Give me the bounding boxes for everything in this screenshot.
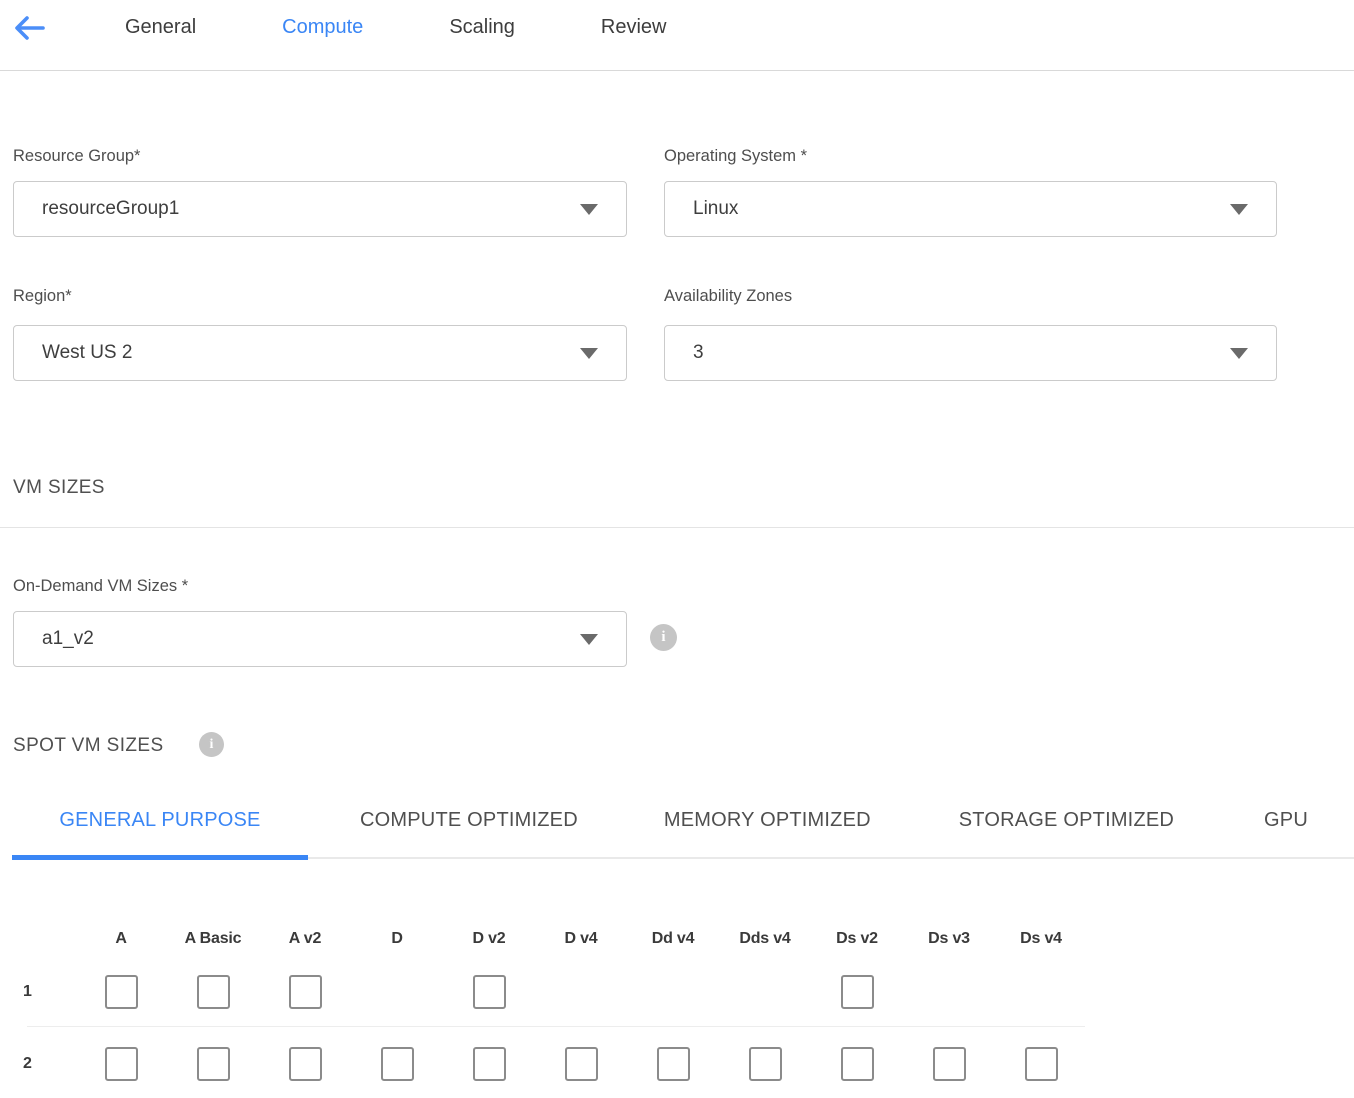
spot-tab-general-purpose[interactable]: GENERAL PURPOSE <box>12 795 308 860</box>
checkbox-dds-v4-row-2[interactable] <box>749 1047 782 1081</box>
wizard-step-tabs: General Compute Scaling Review <box>125 16 667 39</box>
resource-group-select[interactable]: resourceGroup1 <box>13 181 627 237</box>
checkbox-d-v2-row-2[interactable] <box>473 1047 506 1081</box>
checkbox-d-v2-row-1[interactable] <box>473 975 506 1009</box>
wizard-tab-compute[interactable]: Compute <box>282 16 363 39</box>
checkbox-a-basic-row-1[interactable] <box>197 975 230 1009</box>
vm-sizes-section-title: VM SIZES <box>13 477 105 499</box>
section-divider <box>0 527 1354 528</box>
checkbox-ds-v4-row-2[interactable] <box>1025 1047 1058 1081</box>
checkbox-dd-v4-row-2[interactable] <box>657 1047 690 1081</box>
column-header-d: D <box>391 930 402 948</box>
chevron-down-icon <box>1230 204 1248 215</box>
spot-vm-category-tabs: GENERAL PURPOSE COMPUTE OPTIMIZED MEMORY O… <box>12 795 1354 860</box>
on-demand-vm-sizes-label: On-Demand VM Sizes * <box>13 577 188 596</box>
row-label-1: 1 <box>23 983 32 1001</box>
checkbox-a-v2-row-2[interactable] <box>289 1047 322 1081</box>
chevron-down-icon <box>1230 348 1248 359</box>
column-header-dd-v4: Dd v4 <box>652 930 695 948</box>
checkbox-a-basic-row-2[interactable] <box>197 1047 230 1081</box>
spot-tab-memory-optimized[interactable]: MEMORY OPTIMIZED <box>664 795 871 860</box>
region-select[interactable]: West US 2 <box>13 325 627 381</box>
checkbox-ds-v2-row-1[interactable] <box>841 975 874 1009</box>
on-demand-vm-sizes-value: a1_v2 <box>42 628 94 650</box>
column-header-d-v2: D v2 <box>473 930 506 948</box>
checkbox-ds-v3-row-2[interactable] <box>933 1047 966 1081</box>
column-header-ds-v3: Ds v3 <box>928 930 970 948</box>
row-label-2: 2 <box>23 1055 32 1073</box>
spot-tab-gpu[interactable]: GPU <box>1264 795 1308 860</box>
column-header-a-v2: A v2 <box>289 930 321 948</box>
column-header-a-basic: A Basic <box>185 930 242 948</box>
spot-tab-storage-optimized[interactable]: STORAGE OPTIMIZED <box>959 795 1174 860</box>
table-row-divider <box>27 1026 1085 1027</box>
checkbox-d-v4-row-2[interactable] <box>565 1047 598 1081</box>
column-header-d-v4: D v4 <box>565 930 598 948</box>
spot-tab-compute-optimized[interactable]: COMPUTE OPTIMIZED <box>360 795 578 860</box>
column-header-dds-v4: Dds v4 <box>739 930 790 948</box>
availability-zones-select[interactable]: 3 <box>664 325 1277 381</box>
wizard-tab-scaling[interactable]: Scaling <box>449 16 515 39</box>
checkbox-ds-v2-row-2[interactable] <box>841 1047 874 1081</box>
info-icon[interactable]: i <box>199 732 224 757</box>
operating-system-label: Operating System * <box>664 147 807 166</box>
wizard-tab-general[interactable]: General <box>125 16 196 39</box>
operating-system-value: Linux <box>693 198 738 220</box>
wizard-tab-review[interactable]: Review <box>601 16 667 39</box>
spot-vm-sizes-table: A A Basic A v2 D D v2 D v4 Dd v4 Dds v4 Ds v2 Ds … <box>0 925 1354 1098</box>
column-header-ds-v4: Ds v4 <box>1020 930 1062 948</box>
spot-vm-sizes-section-title: SPOT VM SIZES <box>13 735 164 757</box>
checkbox-a-row-1[interactable] <box>105 975 138 1009</box>
availability-zones-label: Availability Zones <box>664 287 792 306</box>
checkbox-a-v2-row-1[interactable] <box>289 975 322 1009</box>
back-button[interactable] <box>10 11 48 45</box>
checkbox-d-row-2[interactable] <box>381 1047 414 1081</box>
operating-system-select[interactable]: Linux <box>664 181 1277 237</box>
nav-divider <box>0 70 1354 71</box>
resource-group-value: resourceGroup1 <box>42 198 179 220</box>
availability-zones-value: 3 <box>693 342 704 364</box>
resource-group-label: Resource Group* <box>13 147 140 166</box>
chevron-down-icon <box>580 348 598 359</box>
info-icon[interactable]: i <box>650 624 677 651</box>
checkbox-a-row-2[interactable] <box>105 1047 138 1081</box>
chevron-down-icon <box>580 204 598 215</box>
arrow-left-icon <box>10 11 48 45</box>
chevron-down-icon <box>580 634 598 645</box>
on-demand-vm-sizes-select[interactable]: a1_v2 <box>13 611 627 667</box>
region-label: Region* <box>13 287 72 306</box>
column-header-ds-v2: Ds v2 <box>836 930 878 948</box>
region-value: West US 2 <box>42 342 132 364</box>
column-header-a: A <box>115 930 126 948</box>
